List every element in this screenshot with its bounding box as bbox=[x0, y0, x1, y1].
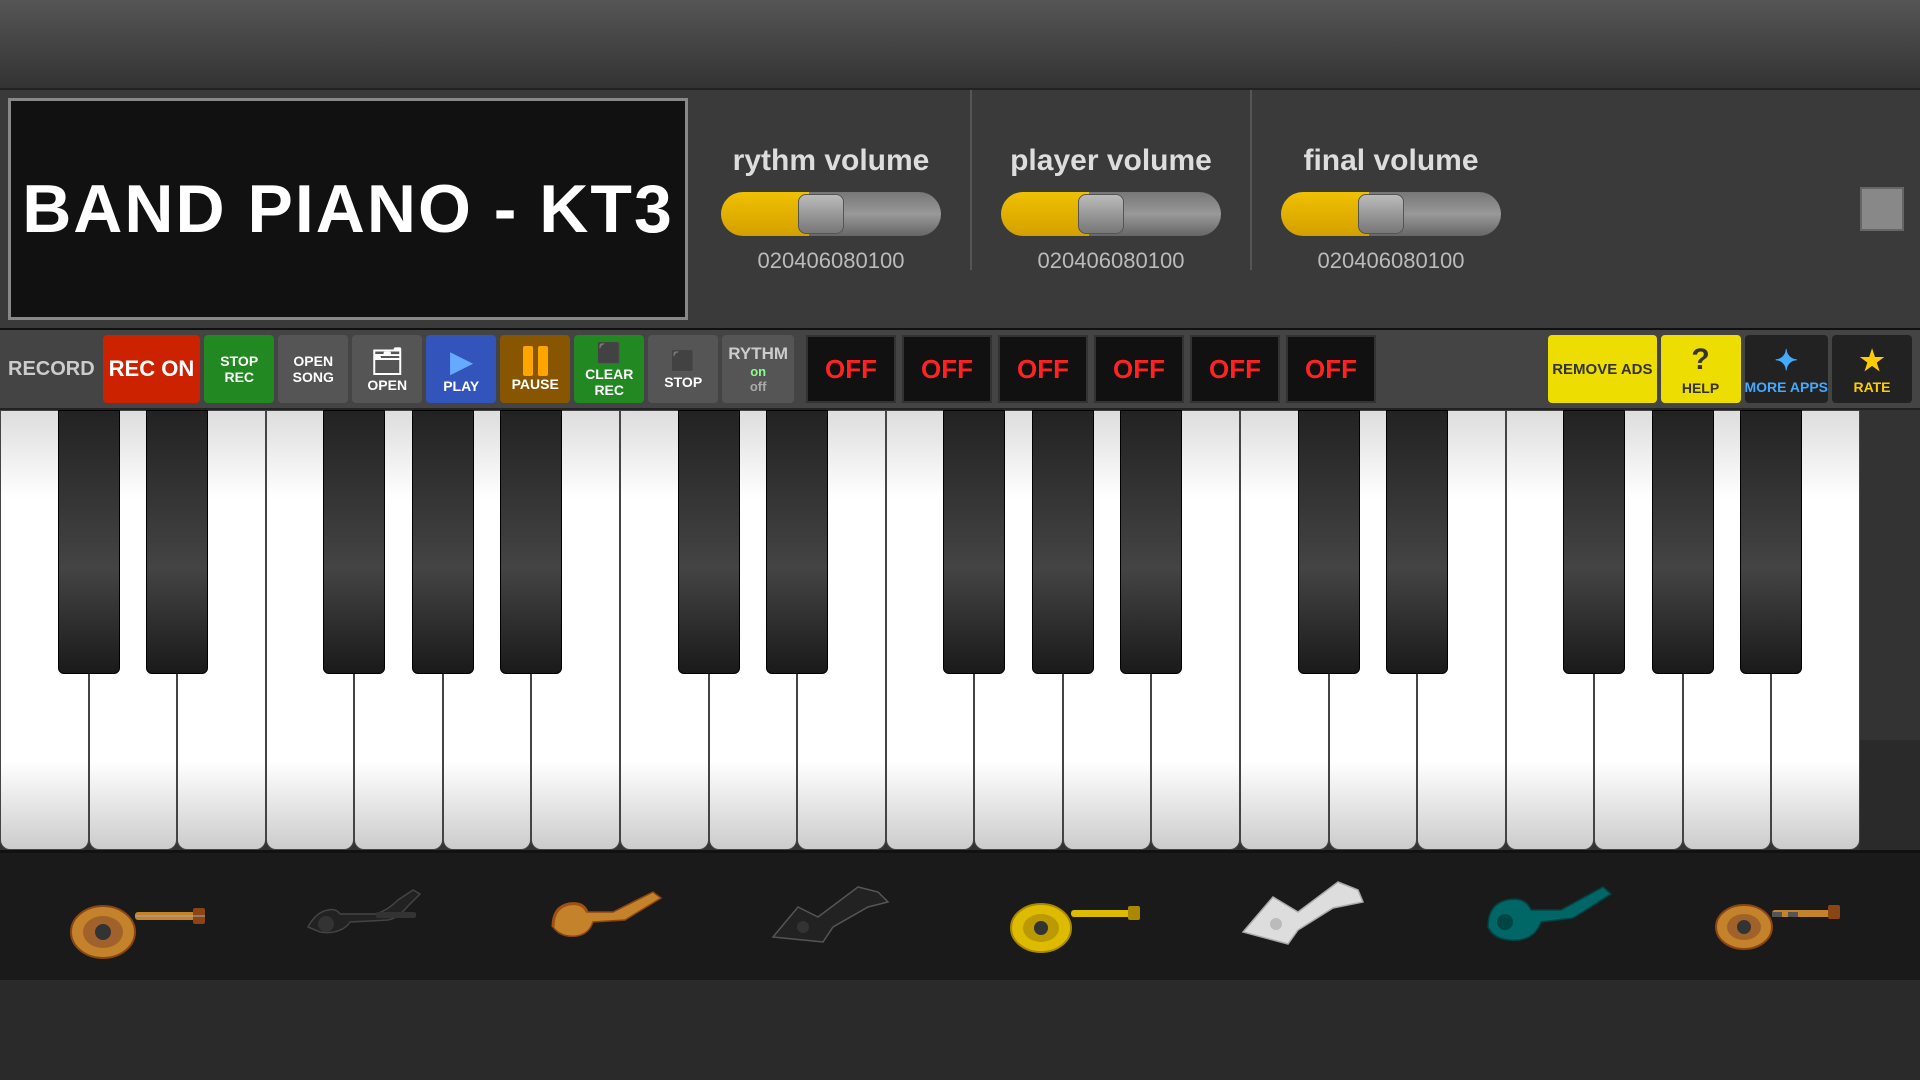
stop-rec-button[interactable]: STOPREC bbox=[204, 335, 274, 403]
final-slider-container bbox=[1281, 192, 1501, 236]
guitar-8[interactable] bbox=[1703, 857, 1863, 977]
octave-0 bbox=[0, 410, 620, 850]
black-key-0-F#[interactable] bbox=[323, 410, 385, 674]
black-key-1-D#[interactable] bbox=[766, 410, 828, 674]
rythm-slider-fill bbox=[721, 192, 809, 236]
vol-divider-1 bbox=[970, 90, 972, 270]
pause-icon bbox=[523, 346, 548, 376]
player-slider-track[interactable] bbox=[1001, 192, 1221, 236]
off-button-5[interactable]: OFF bbox=[1190, 335, 1280, 403]
black-key-0-A#[interactable] bbox=[500, 410, 562, 674]
acoustic-guitar-icon bbox=[63, 872, 213, 962]
black-key-2-G#[interactable] bbox=[1652, 410, 1714, 674]
player-slider-marks: 0 20 40 60 80 100 bbox=[1036, 248, 1187, 274]
teal-guitar-icon bbox=[1473, 872, 1623, 962]
help-button[interactable]: ? HELP bbox=[1661, 335, 1741, 403]
guitar-2[interactable] bbox=[293, 857, 453, 977]
open-button[interactable]: 🗂 OPEN bbox=[352, 335, 422, 403]
remove-ads-button[interactable]: REMOVE ADS bbox=[1548, 335, 1656, 403]
control-area: BAND PIANO - KT3 rythm volume 0 20 40 60… bbox=[0, 90, 1920, 330]
black-key-2-A#[interactable] bbox=[1740, 410, 1802, 674]
final-slider-track[interactable] bbox=[1281, 192, 1501, 236]
top-bar bbox=[0, 0, 1920, 90]
right-spacer bbox=[1526, 90, 1920, 328]
off-button-6[interactable]: OFF bbox=[1286, 335, 1376, 403]
black-key-1-F#[interactable] bbox=[943, 410, 1005, 674]
final-volume-label: final volume bbox=[1303, 144, 1478, 178]
guitar-3[interactable] bbox=[528, 857, 688, 977]
rythm-slider-track[interactable] bbox=[721, 192, 941, 236]
octave-1 bbox=[620, 410, 1240, 850]
black-key-1-G#[interactable] bbox=[1032, 410, 1094, 674]
player-slider-fill bbox=[1001, 192, 1089, 236]
rythm-button[interactable]: RYTHM on off bbox=[722, 335, 794, 403]
guitar-1[interactable] bbox=[58, 857, 218, 977]
off-button-2[interactable]: OFF bbox=[902, 335, 992, 403]
guitar-6[interactable] bbox=[1233, 857, 1393, 977]
player-slider-container bbox=[1001, 192, 1221, 236]
play-button[interactable]: ▶ PLAY bbox=[426, 335, 496, 403]
keys-container bbox=[0, 410, 1860, 850]
star-icon: ✦ bbox=[1775, 344, 1798, 377]
help-icon: ? bbox=[1683, 342, 1719, 378]
clear-rec-button[interactable]: ⬛ CLEARREC bbox=[574, 335, 644, 403]
player-slider-thumb[interactable] bbox=[1078, 194, 1124, 234]
off-button-3[interactable]: OFF bbox=[998, 335, 1088, 403]
guitar-4[interactable] bbox=[763, 857, 923, 977]
black-key-2-F#[interactable] bbox=[1563, 410, 1625, 674]
rate-star-icon: ★ bbox=[1859, 344, 1884, 377]
title-box: BAND PIANO - KT3 bbox=[8, 98, 688, 320]
rythm-slider-thumb[interactable] bbox=[798, 194, 844, 234]
rec-on-button[interactable]: REC ON bbox=[103, 335, 201, 403]
vintage-guitar-icon bbox=[1708, 872, 1858, 962]
off-button-1[interactable]: OFF bbox=[806, 335, 896, 403]
off-button-4[interactable]: OFF bbox=[1094, 335, 1184, 403]
black-key-2-D#[interactable] bbox=[1386, 410, 1448, 674]
black-key-1-C#[interactable] bbox=[678, 410, 740, 674]
black-key-0-C#[interactable] bbox=[58, 410, 120, 674]
player-volume-section: player volume 0 20 40 60 80 100 bbox=[976, 90, 1246, 328]
guitar-5[interactable] bbox=[998, 857, 1158, 977]
final-slider-fill bbox=[1281, 192, 1369, 236]
rythm-slider-container bbox=[721, 192, 941, 236]
final-volume-section: final volume 0 20 40 60 80 100 bbox=[1256, 90, 1526, 328]
toolbar: RECORD REC ON STOPREC OPENSONG 🗂 OPEN ▶ … bbox=[0, 330, 1920, 410]
action-buttons: REMOVE ADS ? HELP ✦ MORE APPS ★ RATE bbox=[1548, 335, 1912, 403]
open-song-button[interactable]: OPENSONG bbox=[278, 335, 348, 403]
rythm-slider-marks: 0 20 40 60 80 100 bbox=[756, 248, 907, 274]
black-electric-guitar-icon bbox=[298, 872, 448, 962]
rythm-volume-section: rythm volume 0 20 40 60 80 100 bbox=[696, 90, 966, 328]
pause-button[interactable]: PAUSE bbox=[500, 335, 570, 403]
play-icon: ▶ bbox=[450, 345, 472, 378]
off-buttons-group: OFF OFF OFF OFF OFF OFF bbox=[806, 335, 1376, 403]
folder-icon: 🗂 bbox=[371, 346, 404, 377]
rate-button[interactable]: ★ RATE bbox=[1832, 335, 1912, 403]
right-panel: ◀ bbox=[1860, 740, 1920, 850]
record-label: RECORD bbox=[8, 358, 95, 381]
black-key-0-G#[interactable] bbox=[412, 410, 474, 674]
angular-guitar-icon bbox=[768, 872, 918, 962]
stop-icon: ⬛ bbox=[597, 341, 622, 366]
sunburst-guitar-icon bbox=[533, 872, 683, 962]
octave-2 bbox=[1240, 410, 1860, 850]
black-key-1-A#[interactable] bbox=[1120, 410, 1182, 674]
guitar-7[interactable] bbox=[1468, 857, 1628, 977]
black-key-2-C#[interactable] bbox=[1298, 410, 1360, 674]
rythm-volume-label: rythm volume bbox=[733, 144, 930, 178]
vol-divider-2 bbox=[1250, 90, 1252, 270]
stop-button[interactable]: ⬛ STOP bbox=[648, 335, 718, 403]
player-volume-label: player volume bbox=[1010, 144, 1212, 178]
yellow-guitar-icon bbox=[1003, 872, 1153, 962]
guitar-area bbox=[0, 850, 1920, 980]
final-slider-thumb[interactable] bbox=[1358, 194, 1404, 234]
black-key-0-D#[interactable] bbox=[146, 410, 208, 674]
piano-wrapper: ◀ bbox=[0, 410, 1920, 850]
app-title: BAND PIANO - KT3 bbox=[22, 170, 674, 248]
gray-square-button[interactable] bbox=[1860, 187, 1904, 231]
final-slider-marks: 0 20 40 60 80 100 bbox=[1316, 248, 1467, 274]
white-angular-guitar-icon bbox=[1238, 872, 1388, 962]
more-apps-button[interactable]: ✦ MORE APPS bbox=[1745, 335, 1829, 403]
